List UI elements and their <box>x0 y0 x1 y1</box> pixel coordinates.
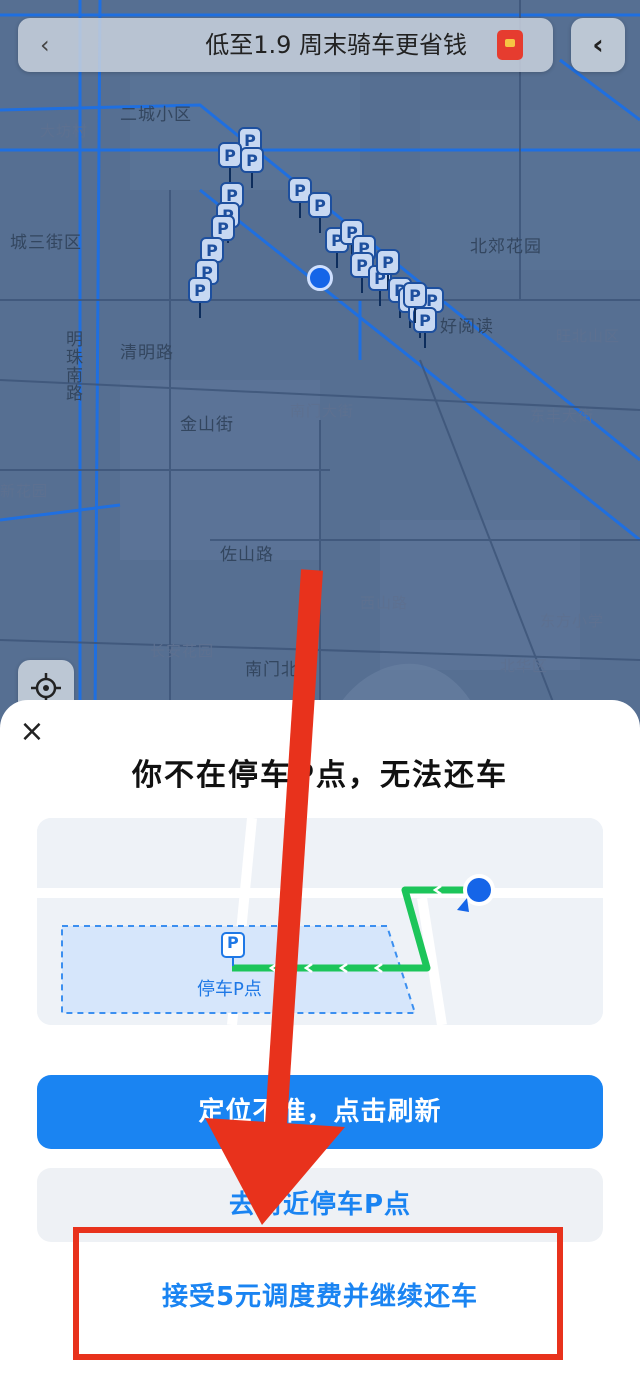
chevron-icon: ‹ <box>592 28 604 61</box>
user-location-dot <box>307 265 333 291</box>
svg-text:P: P <box>356 256 368 275</box>
svg-text:P: P <box>194 281 206 300</box>
svg-text:P: P <box>382 253 394 272</box>
map-view[interactable]: 二城小区 大坊村 城三街区 北郊花园 旺北山区 明珠南路 金山街 清明路 佐山路… <box>0 0 640 720</box>
illustration-graphic <box>37 818 603 1025</box>
parking-marker[interactable]: P <box>413 307 437 348</box>
svg-text:P: P <box>217 219 229 238</box>
svg-text:P: P <box>314 196 326 215</box>
svg-text:P: P <box>224 146 236 165</box>
chevron-left-icon: ‹ <box>40 31 50 59</box>
svg-text:P: P <box>294 181 306 200</box>
back-button[interactable]: ‹ <box>571 18 625 72</box>
parking-pin-letter: P <box>227 933 239 952</box>
svg-text:P: P <box>206 241 218 260</box>
parking-marker[interactable]: P <box>288 177 312 218</box>
parking-marker[interactable]: P <box>308 192 332 233</box>
red-packet-icon <box>497 30 523 60</box>
highlight-box <box>73 1227 563 1360</box>
parking-zone-label: 停车P点 <box>197 979 262 1000</box>
svg-text:P: P <box>409 286 421 305</box>
promo-text: 低至1.9 周末骑车更省钱 <box>205 31 467 59</box>
parking-marker[interactable]: P <box>188 277 212 318</box>
parking-illustration: P 停车P点 <box>37 818 603 1025</box>
refresh-location-button[interactable]: 定位不准，点击刷新 <box>37 1075 603 1149</box>
parking-marker[interactable]: P <box>240 147 264 188</box>
promo-banner[interactable]: ‹ 低至1.9 周末骑车更省钱 <box>18 18 553 72</box>
svg-text:P: P <box>419 311 431 330</box>
sheet-title: 你不在停车P点，无法还车 <box>132 758 508 793</box>
parking-markers: PPPPPPPPPPPPPPPPPPPPPPP <box>188 127 444 348</box>
parking-marker[interactable]: P <box>218 142 242 183</box>
close-icon[interactable]: × <box>14 714 50 750</box>
svg-text:P: P <box>246 151 258 170</box>
